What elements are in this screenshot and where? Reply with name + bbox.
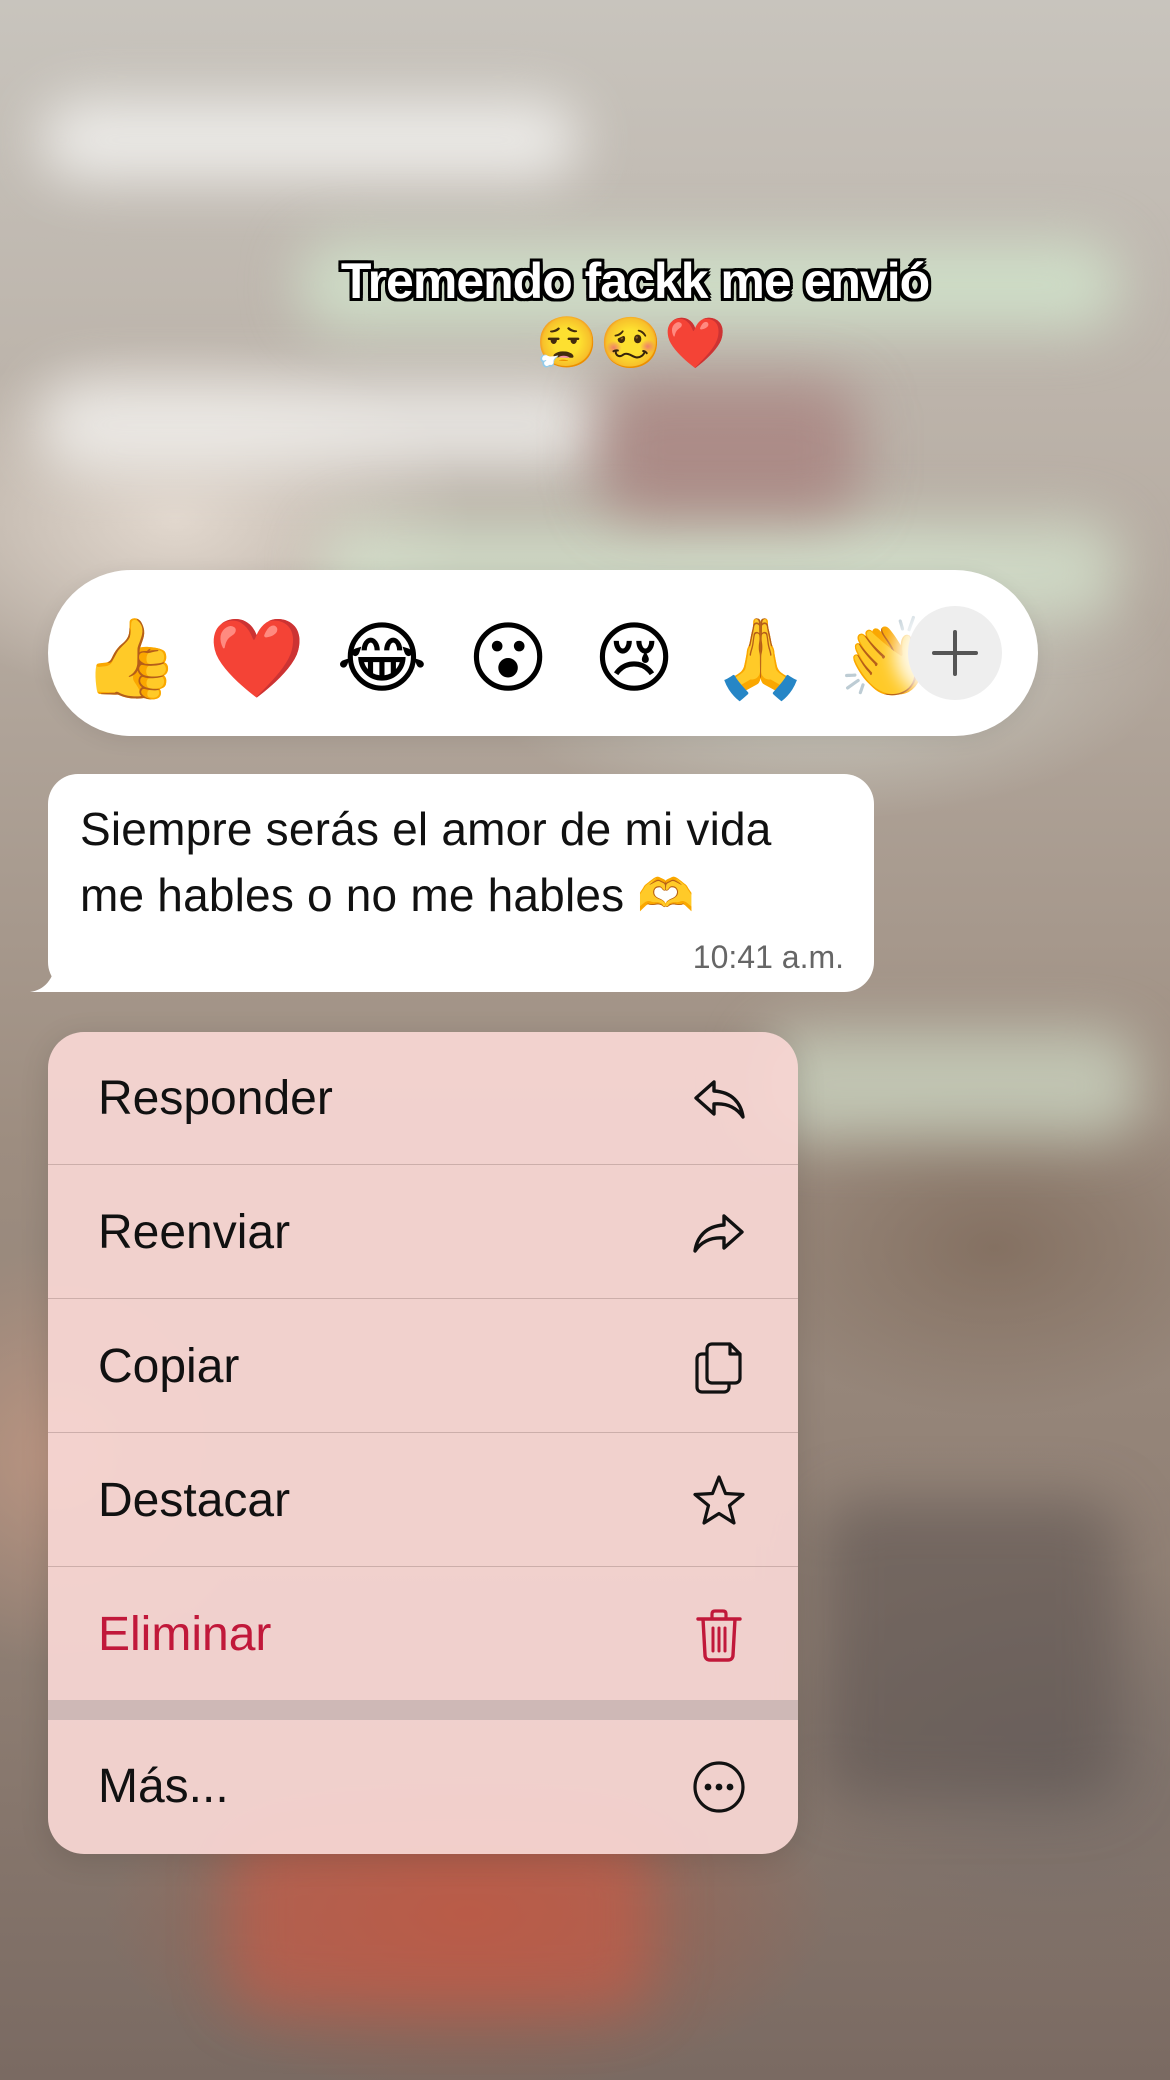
menu-item-reply[interactable]: Responder <box>48 1032 798 1165</box>
message-text: Siempre serás el amor de mi vida me habl… <box>80 796 844 928</box>
trash-icon <box>696 1609 742 1662</box>
menu-item-label: Reenviar <box>98 1206 291 1259</box>
copy-icon <box>695 1342 742 1394</box>
menu-item-more[interactable]: Más... <box>48 1720 798 1853</box>
caption-emojis: 😮‍💨🥴❤️ <box>535 315 729 371</box>
blurred-shape <box>820 1500 1120 1800</box>
caption-text: Tremendo fackk me envió <box>340 253 930 309</box>
reaction-bar: 👍 ❤️ 😂 😮 😢 🙏 👏 <box>48 570 1038 736</box>
reaction-crying[interactable]: 😢 <box>586 610 682 706</box>
menu-item-forward[interactable]: Reenviar <box>48 1166 798 1299</box>
message-line: me hables o no me hables 🫶 <box>80 869 695 921</box>
menu-divider <box>48 1700 798 1720</box>
forward-icon <box>693 1214 744 1253</box>
message-line: Siempre serás el amor de mi vida <box>80 803 772 855</box>
more-icon <box>693 1761 745 1813</box>
blurred-bubble <box>760 1030 1140 1140</box>
reaction-praying[interactable]: 🙏 <box>712 610 809 706</box>
star-icon <box>693 1475 745 1525</box>
context-menu: Responder Reenviar Copiar Destacar Elimi… <box>48 1032 798 1854</box>
menu-item-label: Responder <box>98 1072 333 1125</box>
reaction-heart[interactable]: ❤️ <box>208 610 305 706</box>
reaction-laughing[interactable]: 😂 <box>334 610 430 706</box>
menu-item-delete[interactable]: Eliminar <box>48 1568 798 1701</box>
reply-icon <box>694 1080 745 1119</box>
video-caption: Tremendo fackk me envió 😮‍💨🥴❤️ <box>0 250 1170 374</box>
blurred-bubble <box>40 380 600 470</box>
blurred-shape <box>230 1830 650 2010</box>
menu-item-label: Destacar <box>98 1474 291 1527</box>
message-bubble[interactable]: Siempre serás el amor de mi vida me habl… <box>48 774 874 992</box>
menu-item-label: Copiar <box>98 1340 240 1393</box>
reaction-thumbs-up[interactable]: 👍 <box>82 610 179 706</box>
blurred-shape <box>600 380 860 520</box>
menu-item-copy[interactable]: Copiar <box>48 1300 798 1433</box>
menu-item-label: Eliminar <box>98 1608 272 1661</box>
plus-icon[interactable] <box>908 606 1002 700</box>
menu-item-star[interactable]: Destacar <box>48 1434 798 1567</box>
reaction-surprised[interactable]: 😮 <box>460 610 556 706</box>
message-timestamp: 10:41 a.m. <box>692 939 844 975</box>
blurred-bubble <box>40 100 580 180</box>
menu-item-label: Más... <box>98 1760 229 1813</box>
